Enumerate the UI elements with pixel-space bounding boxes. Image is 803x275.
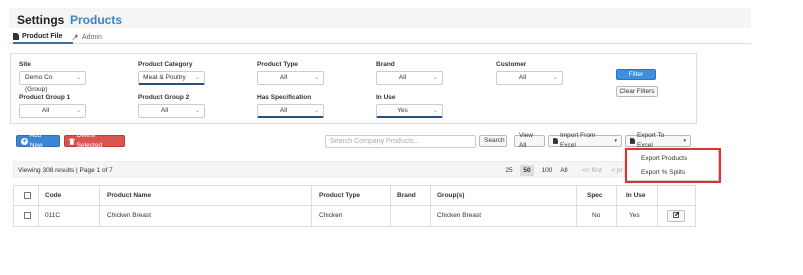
- site-label: Site: [19, 61, 31, 68]
- highlight-box: [625, 148, 721, 183]
- wrench-icon: [72, 33, 79, 40]
- search-button[interactable]: Search: [479, 135, 507, 147]
- chevron-down-icon: ⌄: [552, 75, 558, 81]
- page-size-50[interactable]: 50: [520, 165, 534, 176]
- row-spec: No: [592, 212, 601, 219]
- brand-select[interactable]: All ⌄: [376, 71, 443, 85]
- product-category-label: Product Category: [138, 61, 193, 68]
- file-icon: [13, 32, 19, 40]
- import-excel-label: Import From Excel: [559, 132, 596, 149]
- page-subtitle: Products: [70, 13, 123, 27]
- page-header: Settings Products: [9, 8, 751, 28]
- tab-admin[interactable]: Admin: [72, 30, 102, 44]
- caret-down-icon: ▾: [614, 138, 617, 144]
- clear-filters-button[interactable]: Clear Filters: [616, 86, 658, 97]
- has-specification-select[interactable]: All ⌄: [257, 104, 324, 118]
- row-code: 011C: [45, 212, 61, 219]
- products-table: Code Product Name Product Type Brand Gro…: [13, 185, 696, 227]
- view-all-button[interactable]: View All: [514, 132, 545, 149]
- first-page-link[interactable]: << first: [578, 165, 606, 176]
- product-group-2-select[interactable]: All ⌄: [138, 104, 205, 118]
- row-checkbox[interactable]: [24, 212, 31, 219]
- row-in-use: Yes: [629, 212, 640, 219]
- filter-panel: [10, 53, 697, 124]
- col-groups[interactable]: Group(s): [437, 186, 464, 206]
- results-bar: Viewing 308 results | Page 1 of 7 25 50 …: [13, 161, 625, 178]
- plus-circle-icon: +: [21, 137, 28, 145]
- table-header: Code Product Name Product Type Brand Gro…: [14, 186, 695, 206]
- customer-select[interactable]: All ⌄: [496, 71, 563, 85]
- row-product-type: Chicken: [319, 212, 343, 219]
- edit-icon: [672, 211, 679, 218]
- product-group-1-label: Product Group 1: [19, 94, 71, 101]
- col-product-type[interactable]: Product Type: [319, 186, 360, 206]
- page-size-25[interactable]: 25: [503, 165, 515, 176]
- page-title: Settings: [17, 13, 65, 27]
- delete-selected-label: Delete Selected: [76, 132, 102, 149]
- product-category-value: Meat & Poultry: [143, 74, 186, 81]
- product-group-1-value: All: [41, 107, 50, 114]
- edit-row-button[interactable]: [667, 210, 685, 222]
- chevron-down-icon: ⌄: [194, 108, 200, 114]
- tab-admin-label: Admin: [82, 33, 102, 41]
- site-value: Demo Co (Group): [25, 74, 53, 93]
- results-summary: Viewing 308 results | Page 1 of 7: [18, 167, 113, 174]
- chevron-down-icon: ⌄: [313, 108, 319, 114]
- row-groups: Chicken Breast: [437, 212, 482, 219]
- site-select[interactable]: Demo Co (Group) ⌄: [19, 71, 86, 93]
- product-category-select[interactable]: Meat & Poultry ⌄: [138, 71, 205, 85]
- in-use-label: In Use: [376, 94, 396, 101]
- in-use-select[interactable]: Yes ⌄: [376, 104, 443, 118]
- add-new-button[interactable]: + Add New: [16, 132, 60, 149]
- export-excel-button[interactable]: Export To Excel ▾: [625, 132, 691, 149]
- chevron-down-icon: ⌄: [75, 108, 81, 114]
- chevron-down-icon: ⌄: [75, 75, 81, 81]
- tab-product-file-label: Product File: [22, 32, 63, 40]
- has-specification-value: All: [279, 107, 288, 114]
- export-dropdown-menu: Export Products Export % Splits: [625, 148, 721, 183]
- tab-product-file[interactable]: Product File: [13, 30, 73, 44]
- file-icon: [553, 138, 558, 144]
- has-specification-label: Has Specification: [257, 94, 312, 101]
- page-size-100[interactable]: 100: [539, 165, 555, 176]
- col-spec[interactable]: Spec: [587, 186, 603, 206]
- col-brand[interactable]: Brand: [397, 186, 416, 206]
- col-code[interactable]: Code: [45, 186, 61, 206]
- product-group-1-select[interactable]: All ⌄: [19, 104, 86, 118]
- filter-button[interactable]: Filter: [616, 69, 656, 80]
- page-size-all[interactable]: All: [558, 165, 570, 176]
- col-in-use[interactable]: In Use: [626, 186, 646, 206]
- product-type-select[interactable]: All ⌄: [257, 71, 324, 85]
- row-product-name: Chicken Breast: [107, 212, 152, 219]
- chevron-down-icon: ⌄: [432, 108, 438, 114]
- customer-value: All: [518, 74, 527, 81]
- prev-page-link[interactable]: < pr: [609, 165, 625, 176]
- product-group-2-label: Product Group 2: [138, 94, 190, 101]
- product-group-2-value: All: [160, 107, 169, 114]
- export-products-item[interactable]: Export Products: [641, 155, 687, 162]
- search-input[interactable]: Search Company Products...: [325, 135, 476, 148]
- delete-selected-button[interactable]: Delete Selected: [64, 132, 125, 149]
- in-use-value: Yes: [397, 107, 408, 114]
- product-type-value: All: [279, 74, 288, 81]
- tab-bar: Product File Admin: [9, 30, 751, 44]
- trash-icon: [69, 137, 75, 145]
- add-new-label: Add New: [29, 132, 43, 149]
- file-icon: [630, 138, 635, 144]
- col-product-name[interactable]: Product Name: [107, 186, 151, 206]
- brand-value: All: [398, 74, 407, 81]
- customer-label: Customer: [496, 61, 527, 68]
- chevron-down-icon: ⌄: [313, 75, 319, 81]
- chevron-down-icon: ⌄: [432, 75, 438, 81]
- caret-down-icon: ▾: [683, 138, 686, 144]
- product-type-label: Product Type: [257, 61, 299, 68]
- export-splits-item[interactable]: Export % Splits: [641, 169, 685, 176]
- select-all-checkbox[interactable]: [24, 192, 31, 199]
- table-row[interactable]: 011C Chicken Breast Chicken Chicken Brea…: [14, 206, 695, 227]
- import-excel-button[interactable]: Import From Excel ▾: [548, 132, 622, 149]
- chevron-down-icon: ⌄: [194, 75, 200, 81]
- brand-label: Brand: [376, 61, 395, 68]
